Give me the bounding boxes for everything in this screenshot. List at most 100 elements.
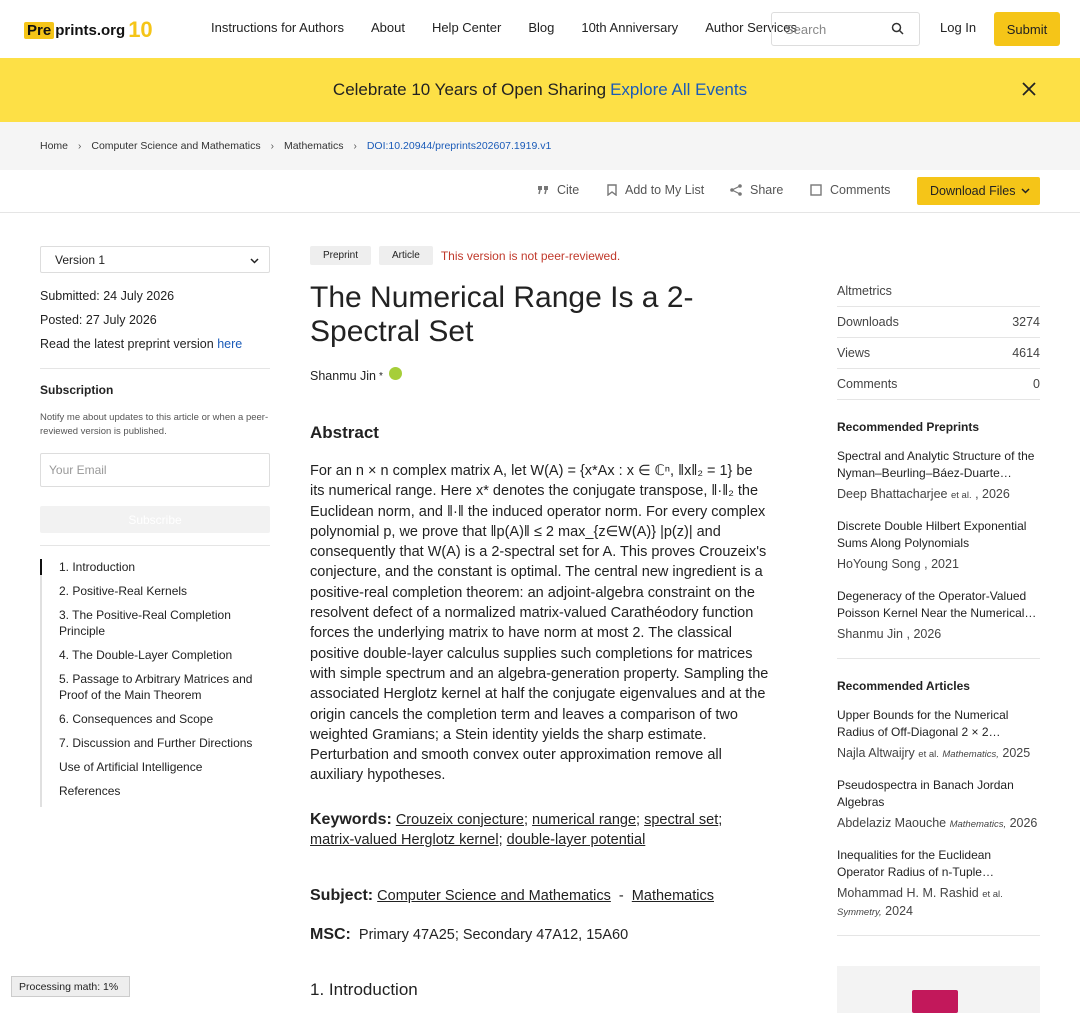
- version-select[interactable]: Version 1: [40, 246, 270, 273]
- top-navigation: Pre prints.org 10 Instructions for Authors…: [0, 0, 1080, 58]
- posted-date: Posted: 27 July 2026: [40, 313, 157, 327]
- banner-events-link[interactable]: Explore All Events: [610, 80, 747, 100]
- subject-separator: -: [618, 887, 624, 904]
- recommended-item[interactable]: Pseudospectra in Banach Jordan Algebras …: [837, 777, 1040, 833]
- keyword-link[interactable]: double-layer potential: [507, 832, 646, 848]
- share-button[interactable]: Share: [730, 183, 783, 197]
- recommended-item[interactable]: Degeneracy of the Operator-Valued Poisso…: [837, 588, 1040, 644]
- quote-icon: [538, 186, 548, 195]
- subscription-heading: Subscription: [40, 383, 114, 397]
- download-files-button[interactable]: Download Files: [917, 177, 1040, 205]
- search-input[interactable]: Search: [771, 12, 920, 46]
- recommended-title[interactable]: Degeneracy of the Operator-Valued Poisso…: [837, 588, 1040, 622]
- nav-link-blog[interactable]: Blog: [528, 20, 554, 35]
- subject-link[interactable]: Computer Science and Mathematics: [377, 888, 611, 904]
- chevron-right-icon: ›: [78, 140, 82, 152]
- close-icon[interactable]: [1020, 80, 1038, 98]
- left-sidebar: Version 1 Submitted: 24 July 2026 Posted…: [40, 246, 270, 558]
- subscribe-button[interactable]: Subscribe: [40, 506, 270, 533]
- msc-value: Primary 47A25; Secondary 47A12, 15A60: [358, 926, 629, 943]
- subscription-description: Notify me about updates to this article …: [40, 412, 269, 437]
- tag-article: Article: [379, 246, 433, 265]
- toc-item[interactable]: 4. The Double-Layer Completion: [42, 647, 270, 663]
- author-line: Shanmu Jin *: [310, 366, 770, 383]
- recommended-item[interactable]: Inequalities for the Euclidean Operator …: [837, 847, 1040, 921]
- author-mark: *: [379, 370, 383, 382]
- journal-logo: [912, 990, 958, 1013]
- chevron-down-icon: [1021, 188, 1030, 194]
- recommended-title[interactable]: Pseudospectra in Banach Jordan Algebras: [837, 777, 1040, 811]
- altmetrics-heading: Altmetrics: [837, 276, 1040, 307]
- divider: [40, 545, 270, 546]
- author-name[interactable]: Shanmu Jin: [310, 369, 376, 383]
- msc-label: MSC:: [310, 925, 351, 943]
- recommended-title[interactable]: Spectral and Analytic Structure of the N…: [837, 448, 1040, 482]
- nav-link-about[interactable]: About: [371, 20, 405, 35]
- subject-link[interactable]: Mathematics: [632, 888, 714, 904]
- recommended-title[interactable]: Inequalities for the Euclidean Operator …: [837, 847, 1040, 881]
- comment-icon: [810, 184, 822, 196]
- site-logo[interactable]: Pre prints.org 10: [24, 17, 153, 43]
- login-link[interactable]: Log In: [940, 20, 976, 35]
- nav-link-anniversary[interactable]: 10th Anniversary: [581, 20, 678, 35]
- journal-thumbnail[interactable]: [837, 966, 1040, 1013]
- stat-row: Downloads 3274: [837, 307, 1040, 338]
- tag-preprint: Preprint: [310, 246, 372, 265]
- recommended-title[interactable]: Discrete Double Hilbert Exponential Sums…: [837, 518, 1040, 552]
- chevron-down-icon: [250, 258, 259, 264]
- breadcrumb-category[interactable]: Computer Science and Mathematics: [91, 140, 260, 152]
- comments-button[interactable]: Comments: [810, 183, 890, 197]
- breadcrumb: Home › Computer Science and Mathematics …: [0, 122, 1080, 170]
- submit-button[interactable]: Submit: [994, 12, 1060, 46]
- abstract-heading: Abstract: [310, 423, 379, 442]
- toc-item[interactable]: 1. Introduction: [40, 559, 270, 575]
- math-processing-status: Processing math: 1%: [11, 976, 130, 997]
- msc-line: MSC: Primary 47A25; Secondary 47A12, 15A…: [310, 926, 770, 944]
- keyword-link[interactable]: Crouzeix conjecture: [396, 812, 524, 828]
- toc-item[interactable]: 6. Consequences and Scope: [42, 711, 270, 727]
- toc-item[interactable]: 7. Discussion and Further Directions: [42, 735, 270, 751]
- recommended-item[interactable]: Upper Bounds for the Numerical Radius of…: [837, 707, 1040, 763]
- abstract-text: For an n × n complex matrix A, let W(A) …: [310, 463, 769, 784]
- breadcrumb-home[interactable]: Home: [40, 140, 68, 152]
- recommended-item[interactable]: Spectral and Analytic Structure of the N…: [837, 448, 1040, 504]
- divider: [837, 658, 1040, 659]
- toc-item[interactable]: 3. The Positive-Real Completion Principl…: [42, 607, 270, 639]
- recommended-item[interactable]: Discrete Double Hilbert Exponential Sums…: [837, 518, 1040, 574]
- cite-button[interactable]: Cite: [538, 183, 579, 197]
- toc-item[interactable]: References: [42, 783, 270, 799]
- breadcrumb-subcategory[interactable]: Mathematics: [284, 140, 344, 152]
- toc-item[interactable]: 2. Positive-Real Kernels: [42, 583, 270, 599]
- recommended-title[interactable]: Upper Bounds for the Numerical Radius of…: [837, 707, 1040, 741]
- latest-version-link[interactable]: here: [217, 337, 242, 351]
- article-tags: Preprint Article This version is not pee…: [310, 246, 770, 265]
- anniversary-banner: Celebrate 10 Years of Open Sharing Explo…: [0, 58, 1080, 122]
- keywords: Keywords: Crouzeix conjecture; numerical…: [310, 810, 723, 849]
- share-icon: [730, 184, 742, 196]
- keyword-link[interactable]: numerical range: [532, 812, 636, 828]
- divider: [40, 368, 270, 369]
- submitted-date: Submitted: 24 July 2026: [40, 289, 175, 303]
- toc-item[interactable]: Use of Artificial Intelligence: [42, 759, 270, 775]
- banner-text: Celebrate 10 Years of Open Sharing: [332, 80, 607, 99]
- right-sidebar: Altmetrics Downloads 3274 Views 4614 Comme…: [837, 276, 1040, 936]
- keyword-link[interactable]: spectral set: [644, 812, 718, 828]
- nav-link-instructions[interactable]: Instructions for Authors: [211, 20, 344, 35]
- breadcrumb-doi[interactable]: DOI:10.20944/preprints202607.1919.v1: [367, 140, 551, 152]
- chevron-right-icon: ›: [353, 140, 357, 152]
- nav-link-help[interactable]: Help Center: [432, 20, 501, 35]
- peer-review-notice: This version is not peer-reviewed.: [440, 248, 621, 263]
- add-to-list-button[interactable]: Add to My List: [607, 183, 704, 197]
- section-heading: 1. Introduction: [310, 979, 418, 999]
- subject-label: Subject:: [310, 886, 374, 904]
- keyword-link[interactable]: matrix-valued Herglotz kernel: [310, 832, 499, 848]
- stat-row: Views 4614: [837, 338, 1040, 369]
- stat-row: Comments 0: [837, 369, 1040, 400]
- email-field[interactable]: Your Email: [40, 453, 270, 487]
- table-of-contents: 1. Introduction 2. Positive-Real Kernels…: [40, 559, 270, 807]
- subject-line: Subject: Computer Science and Mathematic…: [310, 887, 770, 905]
- orcid-icon[interactable]: [388, 366, 402, 380]
- divider: [837, 935, 1040, 936]
- search-icon[interactable]: [891, 22, 905, 36]
- toc-item[interactable]: 5. Passage to Arbitrary Matrices and Pro…: [42, 671, 270, 703]
